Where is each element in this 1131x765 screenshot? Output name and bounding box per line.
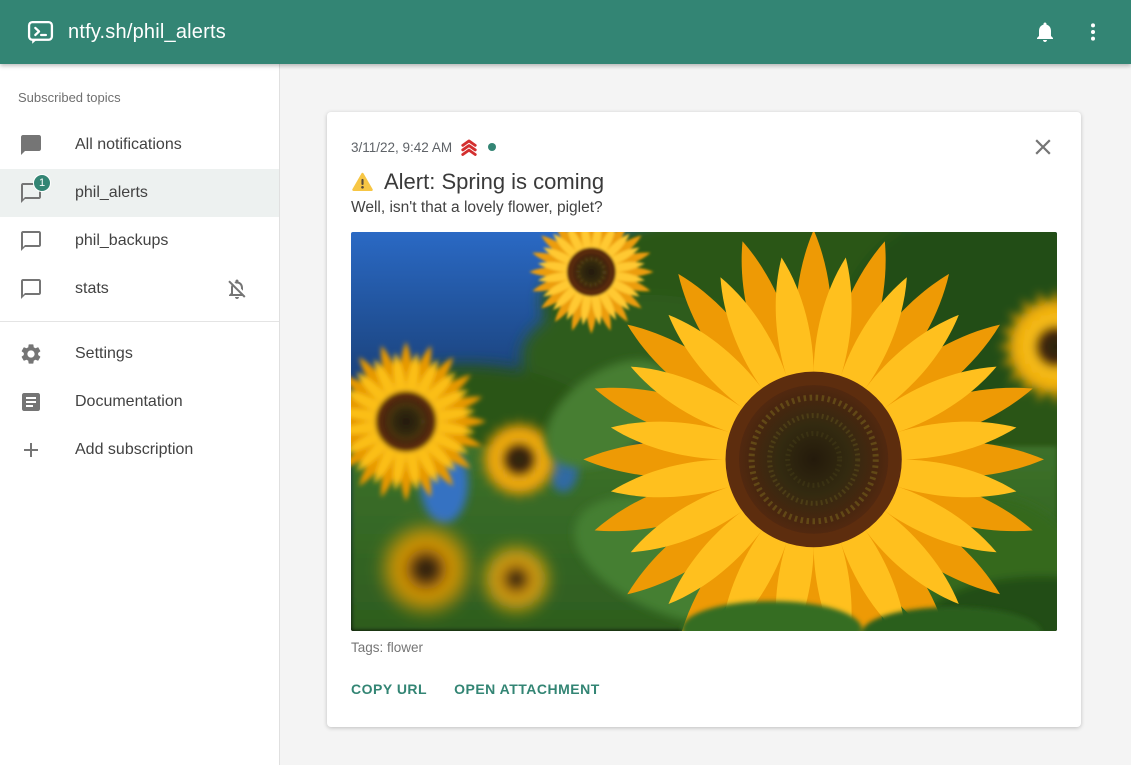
sidebar-item-all-notifications[interactable]: All notifications xyxy=(0,121,279,169)
sidebar-item-label: Documentation xyxy=(75,393,183,411)
sunflower-photo xyxy=(351,232,1057,631)
subscribed-topics-label: Subscribed topics xyxy=(0,64,279,121)
app-bar: ntfy.sh/phil_alerts xyxy=(0,0,1131,64)
warning-emoji-icon xyxy=(351,171,374,194)
sidebar-item-settings[interactable]: Settings xyxy=(0,330,279,378)
notification-actions: COPY URL OPEN ATTACHMENT xyxy=(351,675,1057,703)
close-notification-button[interactable] xyxy=(1029,133,1057,161)
sidebar-item-label: stats xyxy=(75,280,109,298)
notification-title-row: Alert: Spring is coming xyxy=(351,169,1057,195)
sidebar-item-add-subscription[interactable]: Add subscription xyxy=(0,426,279,474)
sidebar-item-label: phil_alerts xyxy=(75,184,148,202)
chat-bubble-icon xyxy=(19,229,43,253)
bell-icon xyxy=(1033,20,1057,44)
notification-timestamp: 3/11/22, 9:42 AM xyxy=(351,140,452,155)
notification-card: 3/11/22, 9:42 AM Alert: Spring is coming… xyxy=(327,112,1081,727)
sidebar-item-label: Add subscription xyxy=(75,441,193,459)
sidebar-item-documentation[interactable]: Documentation xyxy=(0,378,279,426)
sidebar-item-phil-alerts[interactable]: 1 phil_alerts xyxy=(0,169,279,217)
sidebar-divider xyxy=(0,321,279,322)
plus-icon xyxy=(19,438,43,462)
sidebar-item-phil-backups[interactable]: phil_backups xyxy=(0,217,279,265)
article-icon xyxy=(19,390,43,414)
notification-body: Well, isn't that a lovely flower, piglet… xyxy=(351,199,1057,217)
sidebar-item-label: All notifications xyxy=(75,136,182,154)
notification-header: 3/11/22, 9:42 AM xyxy=(351,134,1057,160)
main-content: 3/11/22, 9:42 AM Alert: Spring is coming… xyxy=(280,64,1131,765)
sidebar-item-stats[interactable]: stats xyxy=(0,265,279,313)
unread-count-badge: 1 xyxy=(33,174,51,192)
notifications-settings-button[interactable] xyxy=(1025,12,1065,52)
sidebar: Subscribed topics All notifications 1 ph… xyxy=(0,64,280,765)
bell-off-icon xyxy=(225,277,249,301)
attachment-image[interactable] xyxy=(351,232,1057,631)
sidebar-item-label: phil_backups xyxy=(75,232,168,250)
unread-dot-icon xyxy=(488,143,496,151)
chat-bubble-icon: 1 xyxy=(19,181,43,205)
copy-url-button[interactable]: COPY URL xyxy=(351,675,427,703)
overflow-menu-button[interactable] xyxy=(1073,12,1113,52)
chat-bubble-filled-icon xyxy=(19,133,43,157)
gear-icon xyxy=(19,342,43,366)
sidebar-item-label: Settings xyxy=(75,345,133,363)
page-title: ntfy.sh/phil_alerts xyxy=(68,21,226,44)
close-icon xyxy=(1030,134,1056,160)
ntfy-logo-icon xyxy=(27,19,54,46)
notification-tags: Tags: flower xyxy=(351,640,1057,655)
chat-bubble-icon xyxy=(19,277,43,301)
notification-title: Alert: Spring is coming xyxy=(384,169,604,195)
priority-max-icon xyxy=(458,136,480,158)
open-attachment-button[interactable]: OPEN ATTACHMENT xyxy=(454,675,600,703)
kebab-menu-icon xyxy=(1081,20,1105,44)
